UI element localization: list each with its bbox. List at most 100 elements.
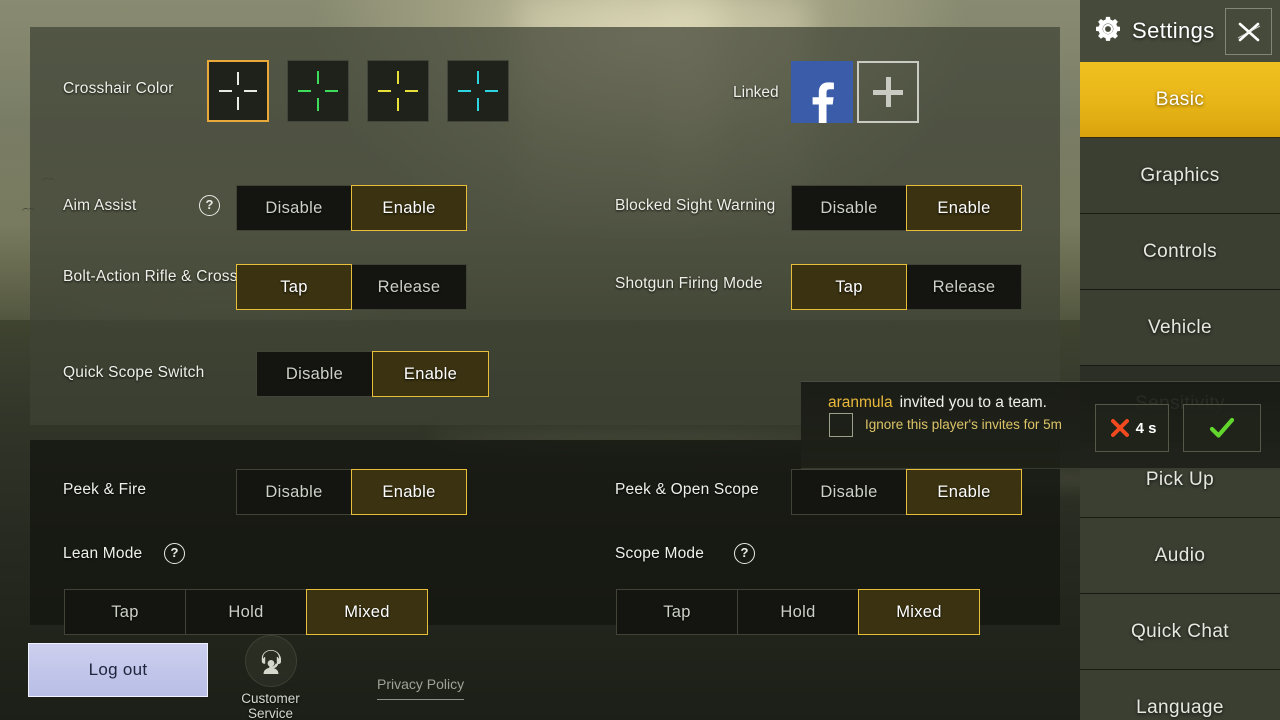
setting-label-scope-mode: Scope Mode (615, 545, 705, 562)
crosshair-mark (325, 89, 338, 93)
facebook-icon[interactable] (791, 61, 853, 123)
crosshair-color-options[interactable] (207, 60, 509, 122)
option-release[interactable]: Release (351, 264, 467, 310)
sidebar-item-label: Vehicle (1147, 316, 1213, 338)
crosshair-swatch-1[interactable] (287, 60, 349, 122)
option-hold[interactable]: Hold (737, 589, 859, 635)
sidebar-item-label: Pick Up (1145, 468, 1215, 490)
setting-options-bolt-action-rifle-crossbow-firing-mode[interactable]: Tap Release (236, 264, 467, 310)
setting-options-blocked-sight-warning[interactable]: Disable Enable (791, 185, 1022, 231)
setting-label-quick-scope-switch: Quick Scope Switch (63, 364, 205, 381)
headset-agent-icon (244, 635, 297, 687)
crosshair-mark (476, 98, 480, 111)
sidebar-item-quick-chat[interactable]: Quick Chat (1080, 594, 1280, 670)
invite-decline-button[interactable]: 4 s (1095, 404, 1169, 452)
sidebar-item-label: Audio (1154, 544, 1206, 566)
sidebar-item-basic[interactable]: Basic (1080, 62, 1280, 138)
crosshair-mark (236, 72, 240, 85)
setting-label-blocked-sight-warning: Blocked Sight Warning (615, 197, 776, 214)
invite-countdown: 4 s (1135, 419, 1157, 437)
help-icon[interactable]: ? (734, 543, 755, 564)
ignore-invites-label: Ignore this player's invites for 5m (865, 417, 1062, 432)
linked-label: Linked (733, 84, 779, 101)
close-button[interactable] (1225, 8, 1272, 55)
sidebar-item-audio[interactable]: Audio (1080, 518, 1280, 594)
privacy-policy-link[interactable]: Privacy Policy (377, 676, 465, 700)
option-tap[interactable]: Tap (616, 589, 738, 635)
settings-sidebar: Settings BasicGraphicsControlsVehicleSen… (1080, 0, 1280, 720)
option-mixed[interactable]: Mixed (858, 589, 980, 635)
plus-icon (885, 77, 891, 107)
invite-accept-button[interactable] (1183, 404, 1261, 452)
setting-options-quick-scope-switch[interactable]: Disable Enable (256, 351, 489, 397)
setting-label-lean-mode: Lean Mode (63, 545, 143, 562)
setting-label-peek-open-scope: Peek & Open Scope (615, 481, 759, 498)
crosshair-mark (458, 89, 471, 93)
option-tap[interactable]: Tap (791, 264, 907, 310)
crosshair-color-label: Crosshair Color (63, 80, 174, 97)
sidebar-item-graphics[interactable]: Graphics (1080, 138, 1280, 214)
option-enable[interactable]: Enable (351, 185, 467, 231)
crosshair-mark (244, 89, 257, 93)
crosshair-mark (316, 71, 320, 84)
option-disable[interactable]: Disable (236, 469, 352, 515)
sidebar-item-controls[interactable]: Controls (1080, 214, 1280, 290)
crosshair-mark (298, 89, 311, 93)
crosshair-mark (316, 98, 320, 111)
help-icon[interactable]: ? (199, 195, 220, 216)
sidebar-item-label: Basic (1155, 88, 1205, 110)
crosshair-mark (219, 89, 232, 93)
sidebar-item-vehicle[interactable]: Vehicle (1080, 290, 1280, 366)
option-enable[interactable]: Enable (351, 469, 467, 515)
customer-service-label: Customer Service (241, 691, 300, 720)
setting-label-shotgun-firing-mode: Shotgun Firing Mode (615, 275, 763, 292)
option-enable[interactable]: Enable (372, 351, 489, 397)
option-disable[interactable]: Disable (236, 185, 352, 231)
gear-icon (1092, 13, 1124, 50)
sidebar-header: Settings (1080, 0, 1280, 62)
ignore-invites-checkbox[interactable] (829, 413, 853, 437)
setting-options-scope-mode[interactable]: Tap Hold Mixed (616, 589, 980, 635)
setting-options-shotgun-firing-mode[interactable]: Tap Release (791, 264, 1022, 310)
sidebar-item-label: Controls (1143, 240, 1217, 262)
setting-options-peek-open-scope[interactable]: Disable Enable (791, 469, 1022, 515)
option-disable[interactable]: Disable (791, 185, 907, 231)
crosshair-swatch-2[interactable] (367, 60, 429, 122)
page-title: Settings (1132, 18, 1215, 43)
check-icon (1209, 417, 1235, 438)
crosshair-mark (396, 98, 400, 111)
setting-label-peek-fire: Peek & Fire (63, 481, 147, 498)
crosshair-mark (378, 89, 391, 93)
sidebar-item-language[interactable]: Language (1080, 670, 1280, 720)
sidebar-item-label: Quick Chat (1131, 620, 1229, 642)
setting-options-lean-mode[interactable]: Tap Hold Mixed (64, 589, 428, 635)
logout-button[interactable]: Log out (28, 643, 208, 697)
customer-service-button[interactable]: Customer Service (218, 635, 323, 720)
add-account-button[interactable] (857, 61, 919, 123)
sidebar-item-label: Graphics (1140, 164, 1220, 186)
option-enable[interactable]: Enable (906, 185, 1022, 231)
setting-options-peek-fire[interactable]: Disable Enable (236, 469, 467, 515)
option-enable[interactable]: Enable (906, 469, 1022, 515)
setting-options-aim-assist[interactable]: Disable Enable (236, 185, 467, 231)
logout-label: Log out (88, 660, 148, 679)
help-icon[interactable]: ? (164, 543, 185, 564)
option-tap[interactable]: Tap (236, 264, 352, 310)
option-hold[interactable]: Hold (185, 589, 307, 635)
crosshair-swatch-0[interactable] (207, 60, 269, 122)
option-disable[interactable]: Disable (256, 351, 373, 397)
crosshair-swatch-3[interactable] (447, 60, 509, 122)
invite-player-name: aranmula (828, 394, 893, 411)
option-tap[interactable]: Tap (64, 589, 186, 635)
close-x-icon (1110, 419, 1129, 437)
setting-label-aim-assist: Aim Assist (63, 197, 137, 214)
close-icon (1237, 22, 1260, 41)
crosshair-mark (485, 89, 498, 93)
option-mixed[interactable]: Mixed (306, 589, 428, 635)
invite-message: invited you to a team. (899, 394, 1047, 411)
option-disable[interactable]: Disable (791, 469, 907, 515)
sidebar-item-label: Language (1136, 696, 1224, 718)
option-release[interactable]: Release (906, 264, 1022, 310)
crosshair-mark (236, 97, 240, 110)
crosshair-mark (405, 89, 418, 93)
